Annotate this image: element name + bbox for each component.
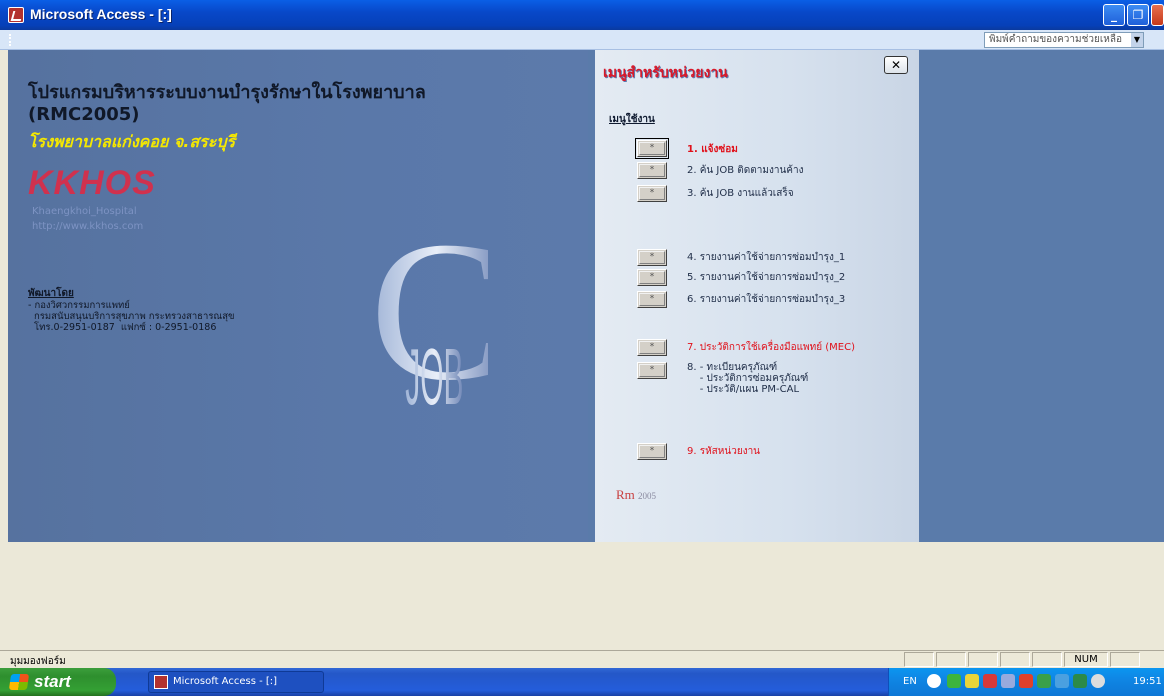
kkhos-logo: KKHOS — [28, 164, 156, 202]
status-pane — [968, 652, 998, 667]
status-pane — [936, 652, 966, 667]
menu-button-3[interactable]: * — [637, 185, 667, 202]
menu-item-7: 7. ประวัติการใช้เครื่องมือแพทย์ (MEC) — [687, 342, 855, 353]
status-pane — [1000, 652, 1030, 667]
menu-button-7[interactable]: * — [637, 339, 667, 356]
app-tray-icon[interactable] — [1019, 674, 1033, 688]
menu-button-8[interactable]: * — [637, 362, 667, 379]
help-search-input[interactable]: พิมพ์คำถามของความช่วยเหลือ ▼ — [984, 32, 1144, 48]
chevron-down-icon[interactable]: ▼ — [1131, 33, 1143, 47]
menu-button-1[interactable]: * — [635, 138, 669, 159]
sound-icon[interactable] — [1001, 674, 1015, 688]
menu-button-4[interactable]: * — [637, 249, 667, 266]
network-icon[interactable] — [947, 674, 961, 688]
program-title: โปรแกรมบริหารระบบงานบำรุงรักษาในโรงพยาบา… — [28, 82, 426, 103]
status-pane — [1110, 652, 1140, 667]
menu-panel: เมนูสำหรับหน่วยงาน ✕ เมนูใช้งาน * 1. แจ้… — [595, 50, 919, 542]
update-icon[interactable] — [1091, 674, 1105, 688]
status-pane — [1032, 652, 1062, 667]
antivirus-icon[interactable] — [983, 674, 997, 688]
num-lock-indicator: NUM — [1064, 652, 1108, 667]
menu-bar: พิมพ์คำถามของความช่วยเหลือ ▼ — [0, 30, 1164, 50]
rm-logo-year: 2005 — [638, 491, 657, 501]
access-app-icon — [154, 675, 168, 689]
menu-item-2: 2. ค้น JOB ติดตามงานค้าง — [687, 165, 804, 176]
toolbar-grip[interactable] — [9, 34, 11, 46]
developer-info: - กองวิศวกรรมการแพทย์ กรมสนับสนุนบริการส… — [28, 300, 235, 333]
language-indicator[interactable]: EN — [903, 676, 917, 687]
brand-url: http://www.kkhos.com — [32, 221, 144, 232]
menu-item-6: 6. รายงานค่าใช้จ่ายการซ่อมบำรุง_3 — [687, 294, 846, 305]
access-workspace: โปรแกรมบริหารระบบงานบำรุงรักษาในโรงพยาบา… — [0, 50, 1164, 650]
info-panel: โปรแกรมบริหารระบบงานบำรุงรักษาในโรงพยาบา… — [8, 50, 588, 542]
cjob-word: JOB — [405, 331, 463, 421]
menu-subtitle: เมนูใช้งาน — [609, 114, 655, 125]
brand-sub: Khaengkhoi_Hospital http://www.kkhos.com — [32, 204, 143, 234]
status-bar: มุมมองฟอร์ม NUM — [0, 650, 1164, 668]
menu-item-5: 5. รายงานค่าใช้จ่ายการซ่อมบำรุง_2 — [687, 272, 846, 283]
menu-button-5[interactable]: * — [637, 269, 667, 286]
status-pane — [904, 652, 934, 667]
menu-item-4: 4. รายงานค่าใช้จ่ายการซ่อมบำรุง_1 — [687, 252, 846, 263]
cjob-logo: C JOB — [370, 201, 488, 422]
close-button[interactable] — [1151, 4, 1164, 26]
program-code: (RMC2005) — [28, 104, 140, 125]
menu-button-9[interactable]: * — [637, 443, 667, 460]
system-tray: EN 19:51 — [888, 668, 1164, 696]
rm-logo-letters: Rm — [616, 487, 635, 502]
menu-item-3: 3. ค้น JOB งานแล้วเสร็จ — [687, 188, 794, 199]
clock: 19:51 — [1133, 676, 1162, 687]
windows-logo-icon — [8, 674, 30, 690]
menu-button-6[interactable]: * — [637, 291, 667, 308]
start-label: start — [34, 672, 71, 691]
taskbar-item-label: Microsoft Access - [:] — [173, 676, 278, 687]
menu-item-9: 9. รหัสหน่วยงาน — [687, 446, 761, 457]
taskbar: start Microsoft Access - [:] EN 19:51 — [0, 668, 1164, 696]
messenger-icon[interactable] — [1073, 674, 1087, 688]
display-icon[interactable] — [1055, 674, 1069, 688]
window-title: Microsoft Access - [:] — [30, 6, 172, 22]
menu-item-1: 1. แจ้งซ่อม — [687, 144, 738, 155]
main-form: โปรแกรมบริหารระบบงานบำรุงรักษาในโรงพยาบา… — [8, 50, 1164, 542]
brand-sub-name: Khaengkhoi_Hospital — [32, 206, 137, 217]
security-icon[interactable] — [965, 674, 979, 688]
excel-tray-icon[interactable] — [1037, 674, 1051, 688]
menu-title: เมนูสำหรับหน่วยงาน — [603, 65, 728, 81]
menu-item-8: 8. - ทะเบียนครุภัณฑ์ - ประวัติการซ่อมครุ… — [687, 362, 809, 395]
title-bar: Microsoft Access - [:] _ ❐ — [0, 0, 1164, 30]
status-text: มุมมองฟอร์ม — [10, 656, 66, 667]
rm2005-logo: Rm 2005 — [616, 487, 656, 503]
maximize-button[interactable]: ❐ — [1127, 4, 1149, 26]
minimize-button[interactable]: _ — [1103, 4, 1125, 26]
menu-close-button[interactable]: ✕ — [884, 56, 908, 74]
taskbar-item-access[interactable]: Microsoft Access - [:] — [148, 671, 324, 693]
tray-expand-icon[interactable] — [927, 674, 941, 688]
start-button[interactable]: start — [0, 668, 116, 696]
developer-heading: พัฒนาโดย — [28, 288, 74, 299]
menu-button-2[interactable]: * — [637, 162, 667, 179]
access-app-icon[interactable] — [8, 7, 24, 23]
help-search-placeholder: พิมพ์คำถามของความช่วยเหลือ — [989, 34, 1122, 45]
hospital-name: โรงพยาบาลแก่งคอย จ.สระบุรี — [28, 132, 236, 151]
